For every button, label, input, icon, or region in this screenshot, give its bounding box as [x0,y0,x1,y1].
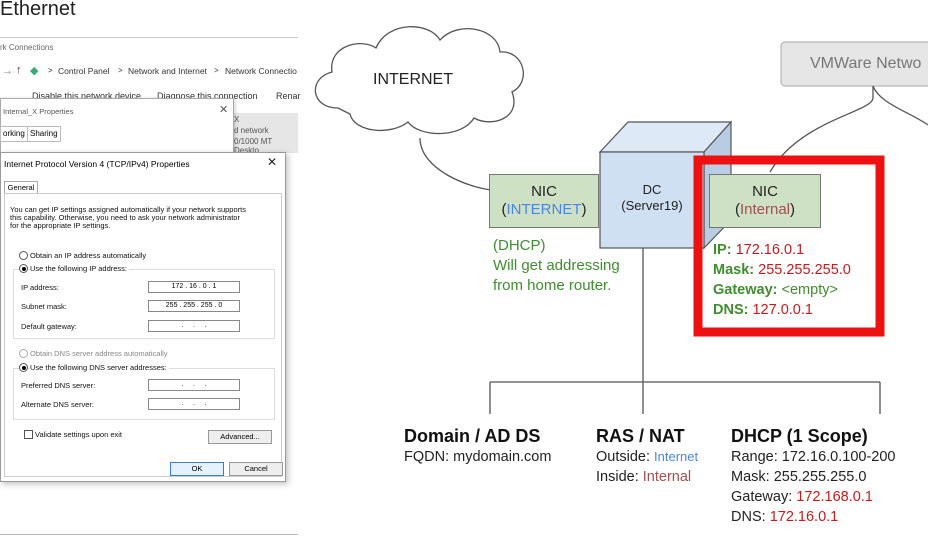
outside-key: Outside: [596,449,650,465]
dhcp-mask: Mask: 255.255.255.0 [731,469,867,485]
nic-internal-box: NIC (Internal) [709,174,821,228]
nic-subtitle: (INTERNET) [501,201,587,218]
dhcp-dns-value: 172.16.0.1 [769,509,839,525]
connector [419,137,493,191]
role-dhcp: DHCP (1 Scope) Range: 172.16.0.100-200 M… [731,426,895,527]
nic-internal-name: Internal [739,201,791,218]
gateway-value: <empty> [781,282,838,298]
inside-value: Internal [642,469,692,485]
mask-key: Mask: [713,262,755,278]
mask-value: 255.255.255.0 [758,262,851,278]
dns-value: 127.0.0.1 [752,302,813,318]
ip-key: IP: [713,242,732,258]
internal-nic-config: IP: 172.16.0.1 Mask: 255.255.255.0 Gatew… [713,240,851,320]
dc-title: DC [642,182,662,197]
outside-value: Internet [654,449,699,464]
vmware-network-label: VMWare Netwo [810,55,922,72]
role-domain: Domain / AD DS FQDN: mydomain.com [404,426,551,467]
nic-internet-name: INTERNET [506,201,582,218]
gateway-key: Gateway: [713,282,778,298]
role-ras-heading: RAS / NAT [596,426,685,446]
dhcp-note: (DHCP) Will get addressing from home rou… [493,236,620,296]
nic-subtitle: (Internal) [734,201,796,218]
inside-key: Inside: [596,469,639,485]
role-domain-fqdn: FQDN: mydomain.com [404,449,552,465]
internet-label: INTERNET [373,71,453,88]
dhcp-dns-key: DNS: [731,509,766,525]
dhcp-range: Range: 172.16.0.100-200 [731,449,896,465]
dns-key: DNS: [713,302,749,318]
dhcp-gateway-value: 172.168.0.1 [796,489,873,505]
nic-title: NIC [531,183,557,200]
dhcp-gateway-key: Gateway: [731,489,793,505]
dc-subtitle: (Server19) [621,198,683,213]
role-domain-heading: Domain / AD DS [404,426,541,446]
dc-label: DC (Server19) [600,182,704,214]
nic-internet-box: NIC (INTERNET) [489,174,599,228]
role-ras-nat: RAS / NAT Outside: Internet Inside: Inte… [596,426,698,487]
ip-value: 172.16.0.1 [735,242,805,258]
nic-title: NIC [752,183,778,200]
role-dhcp-heading: DHCP (1 Scope) [731,426,868,446]
dhcp-note-line: from home router. [493,277,612,294]
dhcp-note-line: (DHCP) [493,237,546,254]
dhcp-note-line: Will get addressing [493,257,620,274]
connector [872,85,928,126]
